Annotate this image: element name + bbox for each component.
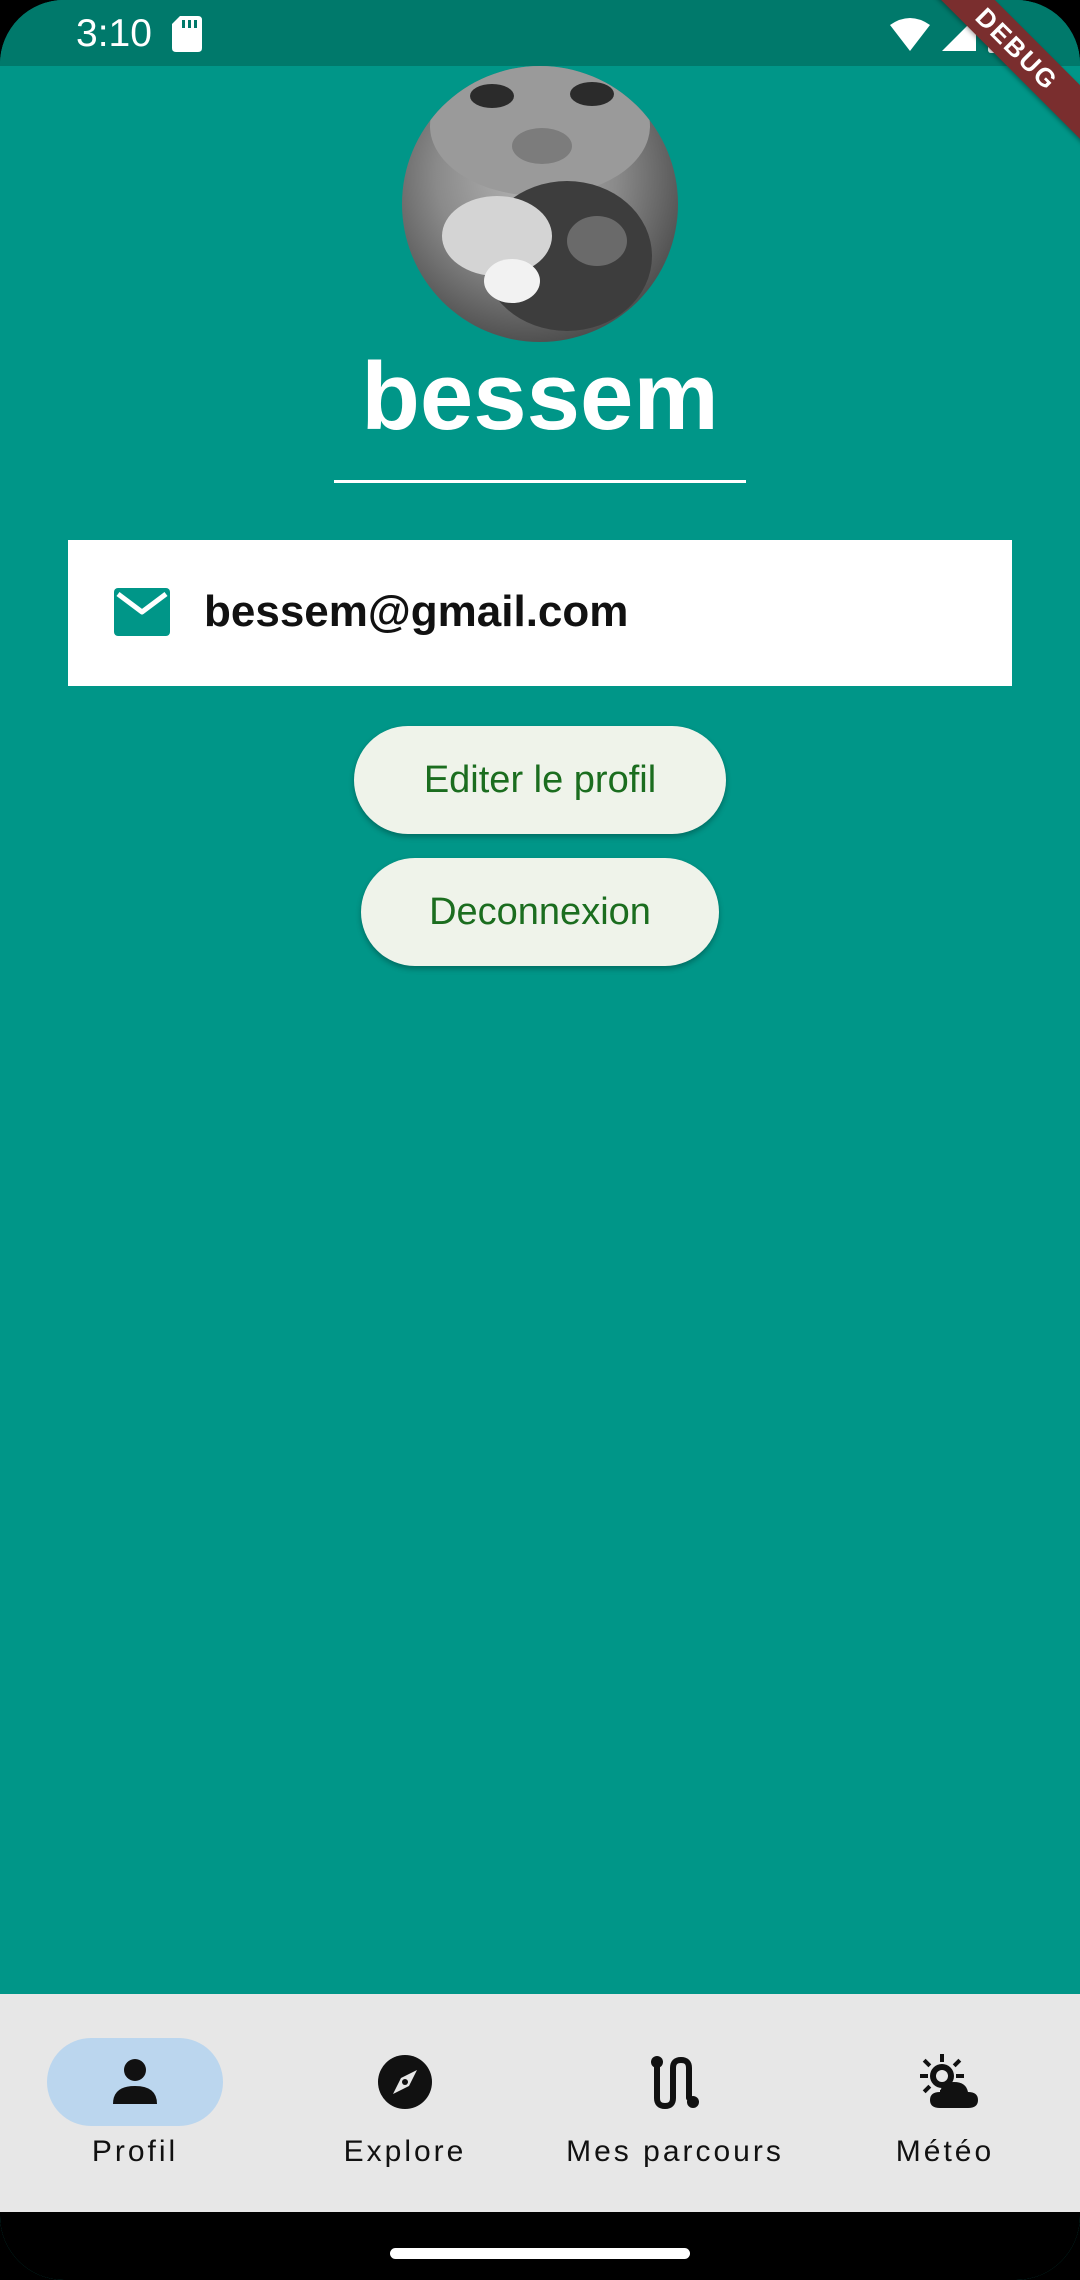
nav-item-explore[interactable]: Explore	[270, 1994, 540, 2212]
nav-item-profil[interactable]: Profil	[0, 1994, 270, 2212]
wifi-icon	[890, 18, 930, 51]
nav-item-mes-parcours[interactable]: Mes parcours	[540, 1994, 810, 2212]
nav-label-explore: Explore	[343, 2135, 467, 2168]
edit-profile-button[interactable]: Editer le profil	[354, 726, 726, 834]
compass-icon	[378, 2055, 432, 2109]
system-navigation-bar	[0, 2212, 1080, 2280]
nav-item-meteo[interactable]: Météo	[810, 1994, 1080, 2212]
sd-card-icon	[172, 16, 202, 52]
weather-icon	[920, 2054, 978, 2108]
nav-label-meteo: Météo	[895, 2135, 995, 2168]
status-time: 3:10	[76, 12, 152, 55]
avatar[interactable]	[402, 66, 678, 342]
avatar-photo	[430, 66, 652, 331]
bottom-navigation: Profil Explore Mes parcours Météo	[0, 1994, 1080, 2212]
logout-button[interactable]: Deconnexion	[361, 858, 719, 966]
nav-label-mes-parcours: Mes parcours	[566, 2135, 784, 2168]
route-icon	[651, 2056, 699, 2110]
email-text: bessem@gmail.com	[204, 587, 629, 636]
nav-label-profil: Profil	[91, 2135, 179, 2168]
profile-screen: 3:10 DEBUG bessem bessem@gmail.com Edite…	[0, 0, 1080, 2280]
name-divider	[334, 480, 746, 483]
person-icon	[113, 2059, 157, 2104]
email-card: bessem@gmail.com	[68, 540, 1012, 686]
status-bar: 3:10	[0, 0, 1080, 66]
user-name: bessem	[361, 343, 719, 450]
mail-icon	[114, 588, 170, 636]
home-gesture-handle[interactable]	[390, 2248, 690, 2259]
